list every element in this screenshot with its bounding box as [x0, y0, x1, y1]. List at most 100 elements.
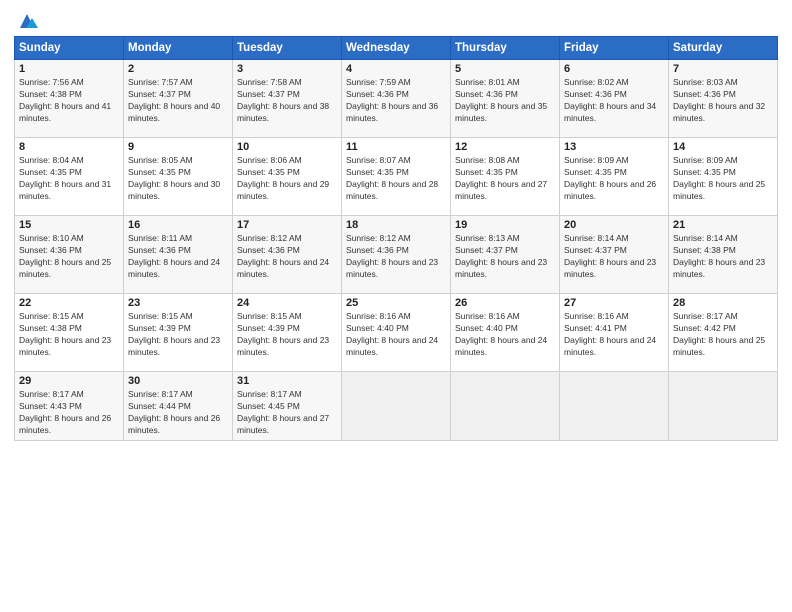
day-cell: 26 Sunrise: 8:16 AM Sunset: 4:40 PM Dayl…: [451, 294, 560, 372]
day-info: Sunrise: 7:56 AM Sunset: 4:38 PM Dayligh…: [19, 77, 119, 125]
day-info: Sunrise: 8:14 AM Sunset: 4:38 PM Dayligh…: [673, 233, 773, 281]
weekday-monday: Monday: [124, 37, 233, 60]
day-cell: 25 Sunrise: 8:16 AM Sunset: 4:40 PM Dayl…: [342, 294, 451, 372]
day-cell: 22 Sunrise: 8:15 AM Sunset: 4:38 PM Dayl…: [15, 294, 124, 372]
day-number: 8: [19, 141, 119, 153]
day-number: 7: [673, 63, 773, 75]
day-cell: 20 Sunrise: 8:14 AM Sunset: 4:37 PM Dayl…: [560, 216, 669, 294]
day-cell: 19 Sunrise: 8:13 AM Sunset: 4:37 PM Dayl…: [451, 216, 560, 294]
day-info: Sunrise: 8:16 AM Sunset: 4:40 PM Dayligh…: [455, 311, 555, 359]
day-cell: 5 Sunrise: 8:01 AM Sunset: 4:36 PM Dayli…: [451, 60, 560, 138]
day-info: Sunrise: 8:09 AM Sunset: 4:35 PM Dayligh…: [673, 155, 773, 203]
day-info: Sunrise: 8:15 AM Sunset: 4:39 PM Dayligh…: [128, 311, 228, 359]
day-cell: 30 Sunrise: 8:17 AM Sunset: 4:44 PM Dayl…: [124, 372, 233, 441]
day-info: Sunrise: 8:06 AM Sunset: 4:35 PM Dayligh…: [237, 155, 337, 203]
day-number: 11: [346, 141, 446, 153]
logo-icon: [16, 12, 38, 30]
day-number: 13: [564, 141, 664, 153]
day-info: Sunrise: 8:17 AM Sunset: 4:45 PM Dayligh…: [237, 389, 337, 437]
day-info: Sunrise: 8:14 AM Sunset: 4:37 PM Dayligh…: [564, 233, 664, 281]
day-info: Sunrise: 7:58 AM Sunset: 4:37 PM Dayligh…: [237, 77, 337, 125]
week-row-4: 22 Sunrise: 8:15 AM Sunset: 4:38 PM Dayl…: [15, 294, 778, 372]
day-number: 1: [19, 63, 119, 75]
day-number: 25: [346, 297, 446, 309]
day-number: 6: [564, 63, 664, 75]
day-cell: 3 Sunrise: 7:58 AM Sunset: 4:37 PM Dayli…: [233, 60, 342, 138]
day-cell: 21 Sunrise: 8:14 AM Sunset: 4:38 PM Dayl…: [669, 216, 778, 294]
day-info: Sunrise: 8:12 AM Sunset: 4:36 PM Dayligh…: [237, 233, 337, 281]
day-number: 4: [346, 63, 446, 75]
day-info: Sunrise: 8:15 AM Sunset: 4:38 PM Dayligh…: [19, 311, 119, 359]
day-number: 17: [237, 219, 337, 231]
day-info: Sunrise: 8:02 AM Sunset: 4:36 PM Dayligh…: [564, 77, 664, 125]
day-number: 23: [128, 297, 228, 309]
weekday-thursday: Thursday: [451, 37, 560, 60]
day-number: 10: [237, 141, 337, 153]
day-cell: 13 Sunrise: 8:09 AM Sunset: 4:35 PM Dayl…: [560, 138, 669, 216]
day-cell: 11 Sunrise: 8:07 AM Sunset: 4:35 PM Dayl…: [342, 138, 451, 216]
day-cell: 2 Sunrise: 7:57 AM Sunset: 4:37 PM Dayli…: [124, 60, 233, 138]
day-info: Sunrise: 8:03 AM Sunset: 4:36 PM Dayligh…: [673, 77, 773, 125]
day-info: Sunrise: 8:13 AM Sunset: 4:37 PM Dayligh…: [455, 233, 555, 281]
day-cell: 14 Sunrise: 8:09 AM Sunset: 4:35 PM Dayl…: [669, 138, 778, 216]
day-number: 30: [128, 375, 228, 387]
day-number: 16: [128, 219, 228, 231]
day-number: 20: [564, 219, 664, 231]
day-cell: 18 Sunrise: 8:12 AM Sunset: 4:36 PM Dayl…: [342, 216, 451, 294]
day-number: 19: [455, 219, 555, 231]
day-cell: 31 Sunrise: 8:17 AM Sunset: 4:45 PM Dayl…: [233, 372, 342, 441]
weekday-saturday: Saturday: [669, 37, 778, 60]
calendar-table: SundayMondayTuesdayWednesdayThursdayFrid…: [14, 36, 778, 441]
day-info: Sunrise: 7:59 AM Sunset: 4:36 PM Dayligh…: [346, 77, 446, 125]
day-cell: 9 Sunrise: 8:05 AM Sunset: 4:35 PM Dayli…: [124, 138, 233, 216]
logo: [14, 12, 38, 28]
day-cell: 7 Sunrise: 8:03 AM Sunset: 4:36 PM Dayli…: [669, 60, 778, 138]
weekday-wednesday: Wednesday: [342, 37, 451, 60]
day-cell: [669, 372, 778, 441]
day-number: 29: [19, 375, 119, 387]
day-number: 14: [673, 141, 773, 153]
weekday-header-row: SundayMondayTuesdayWednesdayThursdayFrid…: [15, 37, 778, 60]
day-number: 15: [19, 219, 119, 231]
day-cell: [560, 372, 669, 441]
week-row-2: 8 Sunrise: 8:04 AM Sunset: 4:35 PM Dayli…: [15, 138, 778, 216]
weekday-friday: Friday: [560, 37, 669, 60]
day-cell: 27 Sunrise: 8:16 AM Sunset: 4:41 PM Dayl…: [560, 294, 669, 372]
day-cell: [451, 372, 560, 441]
day-info: Sunrise: 8:11 AM Sunset: 4:36 PM Dayligh…: [128, 233, 228, 281]
day-number: 27: [564, 297, 664, 309]
day-cell: 16 Sunrise: 8:11 AM Sunset: 4:36 PM Dayl…: [124, 216, 233, 294]
calendar-page: SundayMondayTuesdayWednesdayThursdayFrid…: [0, 0, 792, 612]
weekday-sunday: Sunday: [15, 37, 124, 60]
day-info: Sunrise: 8:01 AM Sunset: 4:36 PM Dayligh…: [455, 77, 555, 125]
day-info: Sunrise: 8:16 AM Sunset: 4:40 PM Dayligh…: [346, 311, 446, 359]
day-info: Sunrise: 8:17 AM Sunset: 4:44 PM Dayligh…: [128, 389, 228, 437]
day-info: Sunrise: 8:05 AM Sunset: 4:35 PM Dayligh…: [128, 155, 228, 203]
week-row-5: 29 Sunrise: 8:17 AM Sunset: 4:43 PM Dayl…: [15, 372, 778, 441]
day-cell: 29 Sunrise: 8:17 AM Sunset: 4:43 PM Dayl…: [15, 372, 124, 441]
day-cell: 8 Sunrise: 8:04 AM Sunset: 4:35 PM Dayli…: [15, 138, 124, 216]
day-number: 18: [346, 219, 446, 231]
day-info: Sunrise: 8:17 AM Sunset: 4:43 PM Dayligh…: [19, 389, 119, 437]
day-number: 28: [673, 297, 773, 309]
day-number: 24: [237, 297, 337, 309]
week-row-3: 15 Sunrise: 8:10 AM Sunset: 4:36 PM Dayl…: [15, 216, 778, 294]
day-cell: 12 Sunrise: 8:08 AM Sunset: 4:35 PM Dayl…: [451, 138, 560, 216]
day-number: 3: [237, 63, 337, 75]
day-info: Sunrise: 7:57 AM Sunset: 4:37 PM Dayligh…: [128, 77, 228, 125]
day-info: Sunrise: 8:04 AM Sunset: 4:35 PM Dayligh…: [19, 155, 119, 203]
header: [14, 12, 778, 28]
day-cell: 1 Sunrise: 7:56 AM Sunset: 4:38 PM Dayli…: [15, 60, 124, 138]
day-number: 21: [673, 219, 773, 231]
day-info: Sunrise: 8:10 AM Sunset: 4:36 PM Dayligh…: [19, 233, 119, 281]
day-info: Sunrise: 8:08 AM Sunset: 4:35 PM Dayligh…: [455, 155, 555, 203]
day-number: 12: [455, 141, 555, 153]
day-cell: 10 Sunrise: 8:06 AM Sunset: 4:35 PM Dayl…: [233, 138, 342, 216]
day-number: 2: [128, 63, 228, 75]
day-cell: 28 Sunrise: 8:17 AM Sunset: 4:42 PM Dayl…: [669, 294, 778, 372]
day-info: Sunrise: 8:12 AM Sunset: 4:36 PM Dayligh…: [346, 233, 446, 281]
day-cell: 6 Sunrise: 8:02 AM Sunset: 4:36 PM Dayli…: [560, 60, 669, 138]
day-cell: 17 Sunrise: 8:12 AM Sunset: 4:36 PM Dayl…: [233, 216, 342, 294]
day-info: Sunrise: 8:16 AM Sunset: 4:41 PM Dayligh…: [564, 311, 664, 359]
day-cell: 24 Sunrise: 8:15 AM Sunset: 4:39 PM Dayl…: [233, 294, 342, 372]
